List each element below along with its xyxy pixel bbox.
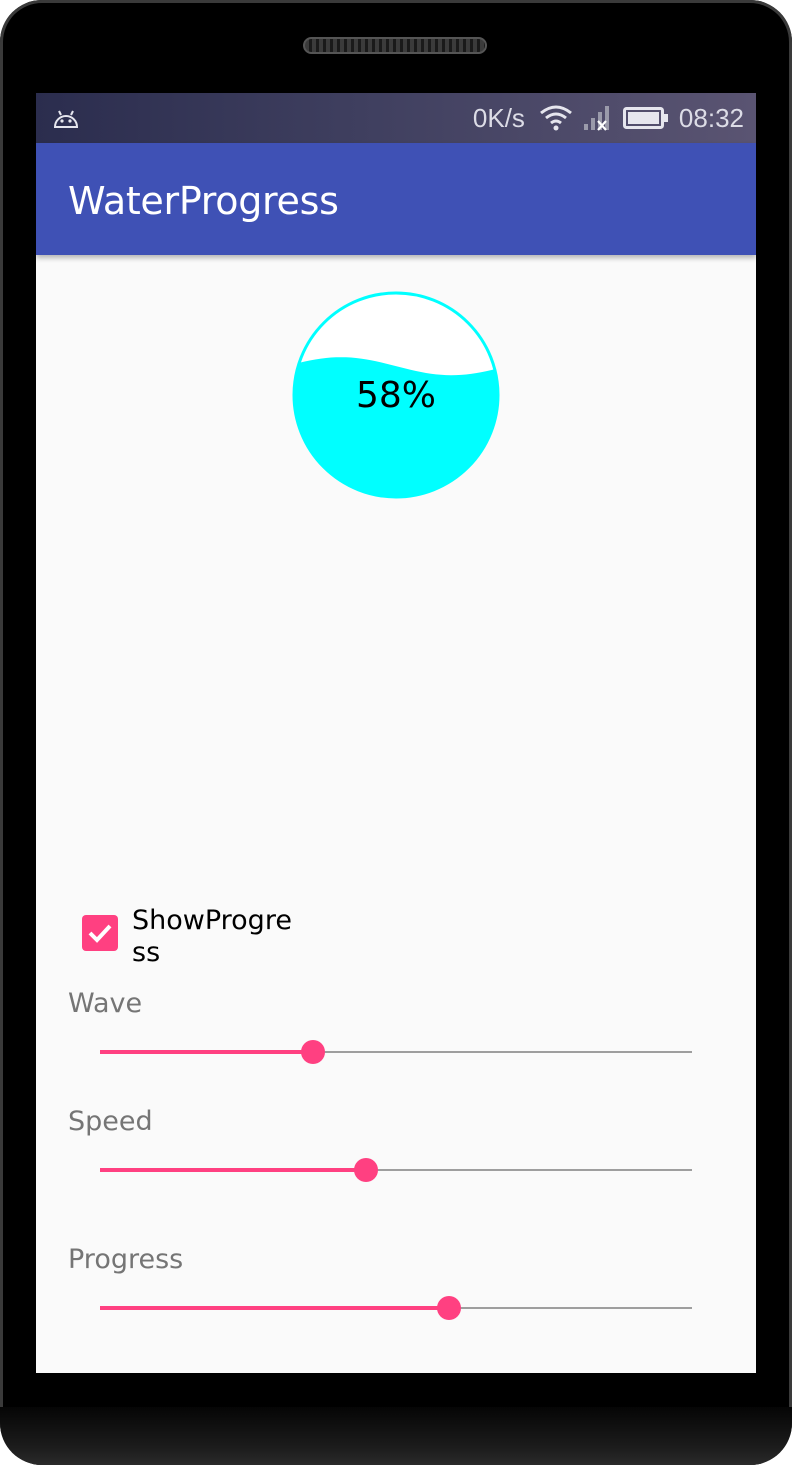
show-progress-label: ShowProgress — [132, 905, 292, 968]
android-icon — [53, 110, 79, 128]
status-time: 08:32 — [678, 102, 744, 133]
slider-thumb[interactable] — [437, 1296, 462, 1320]
status-bar: 0K/s 08:32 — [36, 93, 756, 143]
wave-slider[interactable] — [100, 1032, 692, 1072]
speed-slider[interactable] — [100, 1150, 692, 1190]
status-icons: 0K/s 08:32 — [473, 93, 744, 143]
battery-icon — [622, 107, 668, 129]
speed-slider-label: Speed — [68, 1106, 153, 1137]
app-title: WaterProgress — [68, 179, 339, 223]
phone-chin — [0, 1407, 792, 1465]
wifi-icon — [539, 105, 572, 131]
slider-thumb[interactable] — [301, 1040, 326, 1064]
progress-slider-label: Progress — [68, 1244, 184, 1275]
progress-percent-label: 58% — [355, 375, 436, 416]
network-speed: 0K/s — [472, 102, 525, 133]
show-progress-checkbox[interactable] — [82, 915, 118, 951]
checkmark-icon — [88, 924, 112, 943]
slider-fill — [100, 1306, 450, 1310]
phone-speaker — [303, 37, 487, 54]
show-progress-checkbox-row[interactable]: ShowProgress — [82, 905, 292, 969]
cellular-signal-icon — [583, 106, 609, 131]
screen: 0K/s 08:32 WaterProgress 58% ShowProgres… — [36, 93, 756, 1373]
slider-fill — [100, 1050, 314, 1054]
progress-slider[interactable] — [100, 1288, 692, 1328]
slider-thumb[interactable] — [354, 1158, 379, 1182]
slider-fill — [100, 1168, 367, 1172]
wave-slider-label: Wave — [68, 988, 143, 1019]
phone-frame: 0K/s 08:32 WaterProgress 58% ShowProgres… — [0, 0, 792, 1465]
app-bar: WaterProgress — [36, 143, 756, 255]
